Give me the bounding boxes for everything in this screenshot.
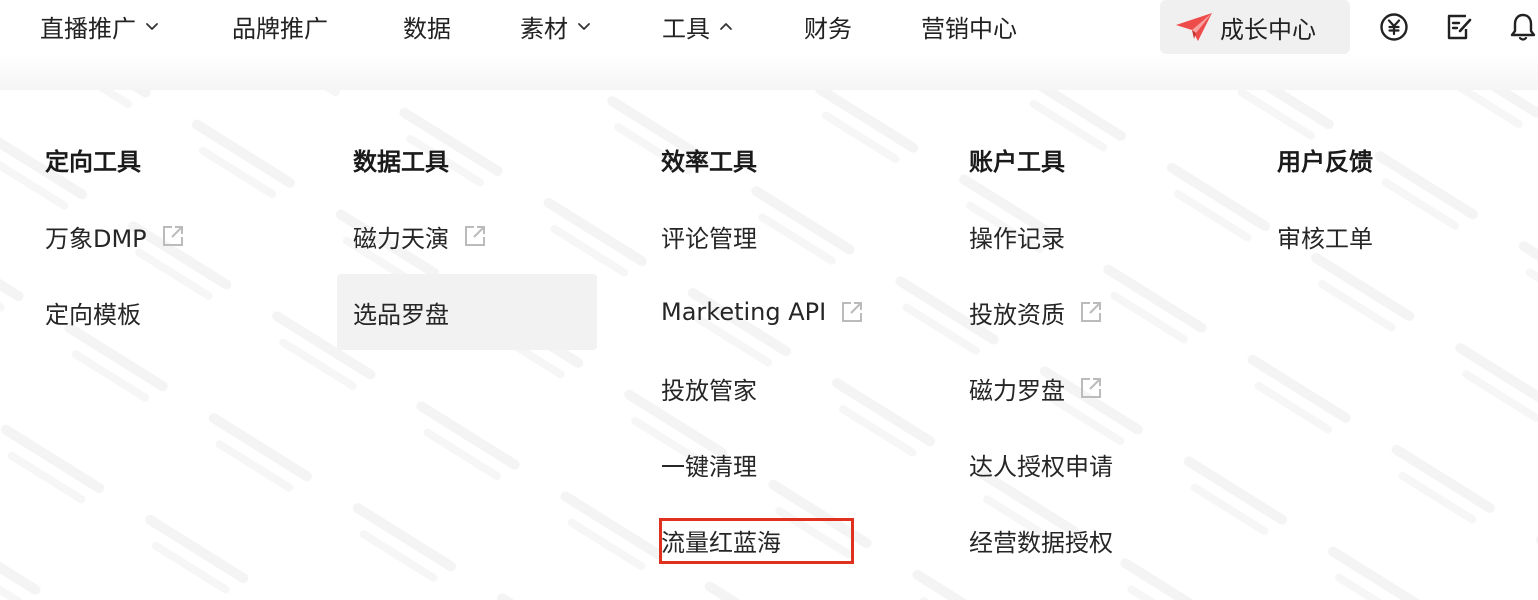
- menu-item-label: Marketing API: [661, 298, 827, 326]
- menu-item-label: 磁力天演: [353, 224, 449, 253]
- menu-item-targeting-template[interactable]: 定向模板: [29, 274, 157, 350]
- external-link-icon: [840, 300, 864, 324]
- chevron-down-icon: [576, 18, 592, 34]
- menu-item-label: 评论管理: [661, 224, 757, 253]
- chevron-up-icon: [718, 18, 734, 34]
- nav-item-label: 直播推广: [40, 14, 136, 43]
- column-title: 定向工具: [45, 148, 141, 176]
- nav-item-label: 素材: [520, 14, 568, 43]
- menu-item-cili-compass[interactable]: 磁力罗盘: [953, 350, 1119, 426]
- menu-item-operation-log[interactable]: 操作记录: [953, 198, 1081, 274]
- column-title: 数据工具: [353, 148, 449, 176]
- yuan-circle-icon[interactable]: [1379, 12, 1409, 42]
- nav-item-label: 财务: [804, 14, 852, 43]
- column-title: 效率工具: [661, 148, 757, 176]
- menu-item-label: 磁力罗盘: [969, 376, 1065, 405]
- bell-icon[interactable]: [1508, 12, 1538, 42]
- column-title: 账户工具: [969, 148, 1065, 176]
- nav-item-tools[interactable]: 工具: [662, 8, 734, 44]
- nav-item-label: 工具: [662, 14, 710, 43]
- menu-item-comment-management[interactable]: 评论管理: [645, 198, 773, 274]
- nav-item-label: 品牌推广: [232, 14, 328, 43]
- growth-center-button[interactable]: 成长中心: [1160, 0, 1350, 54]
- nav-item-finance[interactable]: 财务: [804, 8, 852, 44]
- menu-item-label: 投放资质: [969, 300, 1065, 329]
- paper-plane-icon: [1174, 11, 1214, 43]
- top-nav-bar: 直播推广 品牌推广 数据 素材 工具 财务 营销中心 成长中心: [0, 0, 1538, 90]
- external-link-icon: [463, 224, 487, 248]
- nav-item-brand-promotion[interactable]: 品牌推广: [232, 8, 328, 44]
- menu-item-label: 操作记录: [969, 224, 1065, 253]
- annotation-highlight-box: [659, 518, 854, 564]
- menu-item-ad-butler[interactable]: 投放管家: [645, 350, 773, 426]
- nav-item-label: 数据: [403, 14, 451, 43]
- nav-item-marketing-center[interactable]: 营销中心: [921, 8, 1017, 44]
- menu-item-one-click-cleanup[interactable]: 一键清理: [645, 426, 773, 502]
- menu-item-label: 投放管家: [661, 376, 757, 405]
- edit-note-icon[interactable]: [1444, 12, 1474, 42]
- external-link-icon: [1079, 300, 1103, 324]
- menu-item-ad-qualification[interactable]: 投放资质: [953, 274, 1119, 350]
- menu-item-review-ticket[interactable]: 审核工单: [1261, 198, 1389, 274]
- nav-item-materials[interactable]: 素材: [520, 8, 592, 44]
- menu-item-label: 达人授权申请: [969, 452, 1113, 481]
- menu-item-product-compass[interactable]: 选品罗盘: [337, 274, 597, 350]
- chevron-down-icon: [144, 18, 160, 34]
- external-link-icon: [161, 224, 185, 248]
- menu-item-marketing-api[interactable]: Marketing API: [645, 274, 880, 350]
- menu-item-label: 选品罗盘: [353, 300, 449, 329]
- nav-item-label: 营销中心: [921, 14, 1017, 43]
- menu-item-label: 万象DMP: [45, 224, 147, 253]
- external-link-icon: [1079, 376, 1103, 400]
- nav-item-live-promotion[interactable]: 直播推广: [40, 8, 160, 44]
- menu-item-wanxiang-dmp[interactable]: 万象DMP: [29, 198, 201, 274]
- menu-item-label: 定向模板: [45, 300, 141, 329]
- growth-center-label: 成长中心: [1220, 15, 1316, 44]
- menu-item-cili-tianyan[interactable]: 磁力天演: [337, 198, 503, 274]
- menu-item-business-data-authorization[interactable]: 经营数据授权: [953, 502, 1129, 578]
- menu-item-label: 经营数据授权: [969, 528, 1113, 557]
- nav-item-data[interactable]: 数据: [403, 8, 451, 44]
- menu-item-creator-authorization[interactable]: 达人授权申请: [953, 426, 1129, 502]
- menu-item-label: 一键清理: [661, 452, 757, 481]
- column-title: 用户反馈: [1277, 148, 1373, 176]
- menu-item-label: 审核工单: [1277, 224, 1373, 253]
